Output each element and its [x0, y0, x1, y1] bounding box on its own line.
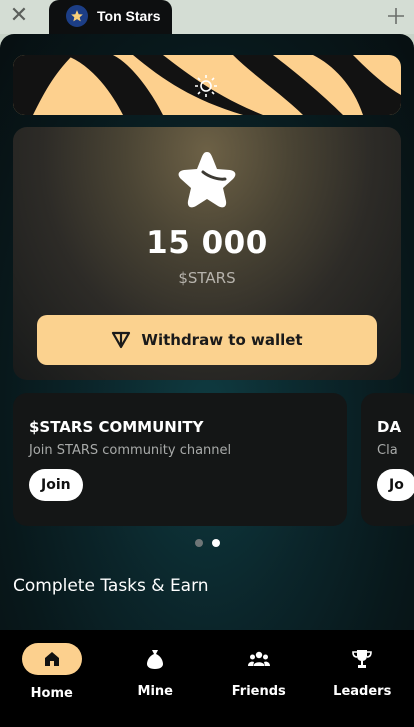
nav-leaders[interactable]: Leaders [311, 630, 414, 727]
promo-banner[interactable] [13, 55, 401, 115]
balance-card: 15 000 $STARS Withdraw to wallet [13, 127, 401, 380]
ton-icon [111, 331, 131, 349]
active-tab[interactable]: Ton Stars [49, 0, 172, 34]
star-logo-icon [66, 5, 88, 27]
pin-icon[interactable] [386, 6, 406, 26]
join-button[interactable]: Join [29, 469, 83, 501]
nav-label: Home [30, 686, 73, 701]
card-title: $STARS COMMUNITY [29, 418, 204, 436]
nav-label: Mine [137, 684, 173, 699]
bag-icon [125, 643, 185, 675]
close-icon[interactable]: ✕ [8, 5, 30, 27]
sun-icon [194, 74, 218, 102]
nav-mine[interactable]: Mine [104, 630, 208, 727]
card-title: DA [377, 418, 402, 436]
join-button[interactable]: Jo [377, 469, 414, 501]
nav-home[interactable]: Home [0, 630, 104, 727]
friends-icon [229, 643, 289, 675]
balance-currency: $STARS [178, 269, 236, 287]
app-container: 15 000 $STARS Withdraw to wallet $STARS … [0, 34, 414, 727]
carousel-dot[interactable] [195, 539, 203, 547]
star-icon [175, 149, 239, 215]
section-title: Complete Tasks & Earn [13, 576, 209, 596]
carousel-dots [195, 539, 220, 547]
trophy-icon [332, 643, 392, 675]
home-icon [21, 643, 82, 675]
community-card: $STARS COMMUNITY Join STARS community ch… [13, 393, 347, 526]
next-card: DA Cla Jo [361, 393, 414, 526]
nav-friends[interactable]: Friends [207, 630, 311, 727]
balance-amount: 15 000 [146, 225, 268, 261]
nav-label: Leaders [333, 684, 392, 699]
card-subtitle: Cla [377, 443, 398, 458]
card-subtitle: Join STARS community channel [29, 443, 232, 458]
tab-title: Ton Stars [97, 8, 161, 24]
window-tab-bar: ✕ Ton Stars [0, 0, 414, 34]
withdraw-label: Withdraw to wallet [141, 331, 303, 349]
nav-label: Friends [231, 684, 286, 699]
withdraw-button[interactable]: Withdraw to wallet [37, 315, 377, 365]
bottom-nav: Home Mine Friends Leaders [0, 630, 414, 727]
carousel-dot-active[interactable] [212, 539, 220, 547]
